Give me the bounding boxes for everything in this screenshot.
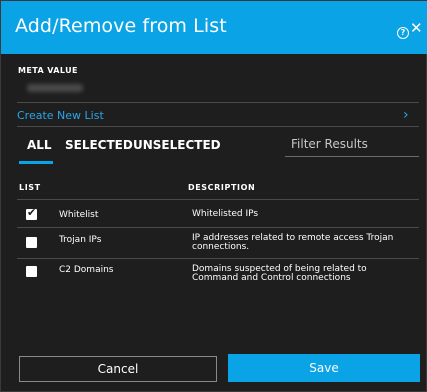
cancel-button[interactable]: Cancel <box>19 356 217 382</box>
check-icon: ✔ <box>27 206 37 219</box>
tab-selected[interactable]: SELECTED <box>65 138 133 152</box>
list-description: Domains suspected of being related to Co… <box>192 264 367 283</box>
list-name: Trojan IPs <box>59 235 102 245</box>
dialog-title: Add/Remove from List <box>15 15 227 37</box>
row-checkbox[interactable] <box>26 237 37 248</box>
column-header-list: LIST <box>19 183 41 192</box>
table-row: C2 Domains Domains suspected of being re… <box>18 259 418 289</box>
list-name: Whitelist <box>59 210 99 220</box>
row-checkbox[interactable] <box>26 266 37 277</box>
meta-value-label: META VALUE <box>18 66 78 75</box>
tab-unselected[interactable]: UNSELECTED <box>133 138 221 152</box>
table-row: ✔ Whitelist Whitelisted IPs <box>18 200 418 227</box>
add-remove-list-dialog: Add/Remove from List ? ✕ META VALUE Crea… <box>0 0 427 392</box>
dialog-titlebar: Add/Remove from List ? ✕ <box>1 1 427 54</box>
row-checkbox[interactable]: ✔ <box>26 206 37 220</box>
active-tab-indicator <box>19 161 53 164</box>
meta-value-text <box>27 84 83 92</box>
close-icon[interactable]: ✕ <box>410 21 423 36</box>
list-description: Whitelisted IPs <box>192 209 259 219</box>
save-button[interactable]: Save <box>228 354 420 382</box>
chevron-right-icon[interactable]: › <box>403 107 409 123</box>
create-new-list-link[interactable]: Create New List <box>17 109 104 122</box>
help-circle-icon[interactable]: ? <box>397 27 409 39</box>
filter-results-input[interactable] <box>285 132 419 157</box>
divider <box>17 126 419 127</box>
table-row: Trojan IPs IP addresses related to remot… <box>18 228 418 258</box>
tab-all[interactable]: ALL <box>27 138 52 152</box>
list-name: C2 Domains <box>59 265 114 275</box>
divider <box>17 102 419 103</box>
column-header-description: DESCRIPTION <box>188 183 256 192</box>
list-description: IP addresses related to remote access Tr… <box>192 233 394 252</box>
